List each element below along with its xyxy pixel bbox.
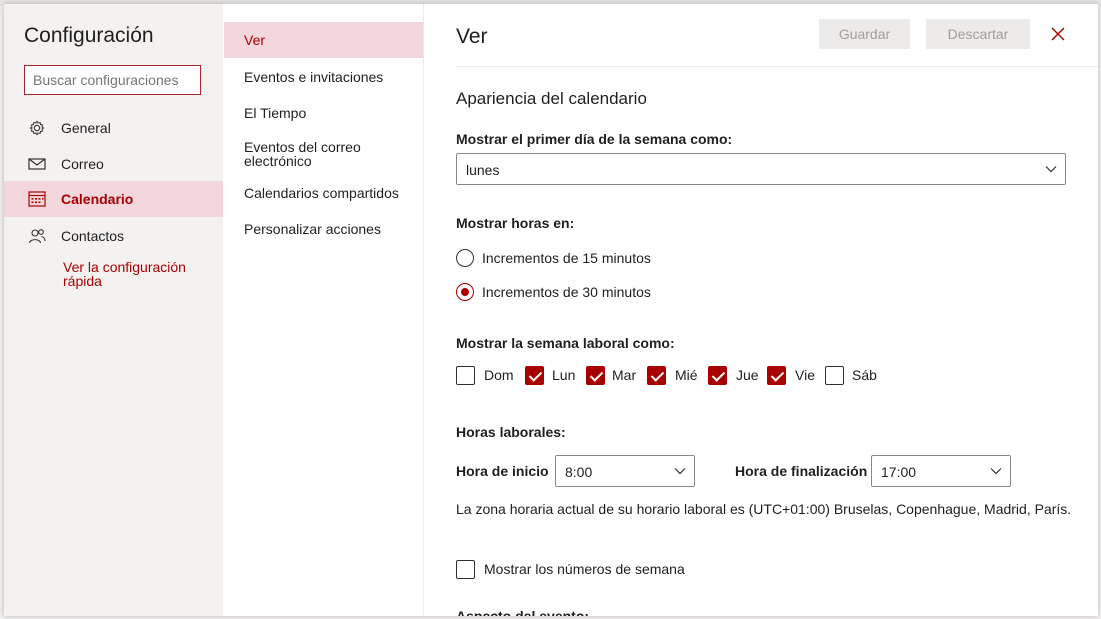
checkbox-wednesday[interactable]	[647, 366, 666, 385]
checkbox-tuesday[interactable]	[586, 366, 605, 385]
nav-item-mail[interactable]: Correo	[4, 146, 223, 182]
nav-item-contacts[interactable]: Contactos	[4, 218, 223, 254]
chevron-down-icon	[674, 468, 686, 475]
day-label: Dom	[484, 367, 514, 383]
checkbox-thursday[interactable]	[708, 366, 727, 385]
subnav-item-customize-actions[interactable]: Personalizar acciones	[224, 211, 423, 247]
hours-label: Mostrar horas en:	[456, 215, 575, 231]
subnav-item-email-events[interactable]: Eventos del correo electrónico	[224, 132, 423, 172]
nav-item-general[interactable]: General	[4, 110, 223, 146]
calendar-subnav: Ver Eventos e invitaciones El Tiempo Eve…	[224, 4, 424, 616]
start-time-label: Hora de inicio	[456, 463, 549, 479]
search-settings-input[interactable]	[24, 65, 201, 95]
week-numbers-option: Mostrar los números de semana	[456, 560, 856, 582]
subnav-item-label: Eventos del correo electrónico	[244, 139, 361, 169]
end-time-label: Hora de finalización	[735, 463, 868, 479]
nav-item-label: Correo	[61, 156, 104, 172]
week-numbers-label: Mostrar los números de semana	[484, 561, 685, 577]
day-label: Vie	[795, 367, 815, 383]
nav-item-label: General	[61, 120, 111, 136]
checkbox-sunday[interactable]	[456, 366, 475, 385]
subnav-item-label: Eventos e invitaciones	[244, 69, 384, 85]
view-settings-panel: Ver Guardar Descartar Apariencia del cal…	[424, 4, 1098, 616]
work-week-days: Dom Lun Mar Mié Jue Vie Sáb	[456, 366, 1056, 388]
settings-title: Configuración	[24, 24, 154, 47]
first-day-label: Mostrar el primer día de la semana como:	[456, 131, 733, 147]
nav-item-calendar[interactable]: Calendario	[4, 181, 223, 217]
work-hours-label: Horas laborales:	[456, 424, 566, 440]
chevron-down-icon	[990, 468, 1002, 475]
work-week-label: Mostrar la semana laboral como:	[456, 335, 675, 351]
timezone-note: La zona horaria actual de su horario lab…	[456, 501, 1072, 517]
close-icon[interactable]	[1051, 27, 1065, 41]
calendar-icon	[28, 191, 46, 207]
start-time-value: 8:00	[565, 464, 593, 480]
header-divider	[456, 66, 1098, 67]
checkbox-week-numbers[interactable]	[456, 560, 475, 579]
radio-button	[456, 249, 474, 267]
first-day-value: lunes	[466, 162, 500, 178]
page-title: Ver	[456, 25, 488, 48]
subnav-item-events[interactable]: Eventos e invitaciones	[224, 59, 423, 95]
radio-button-selected	[456, 283, 474, 301]
subnav-item-label: Ver	[244, 32, 266, 48]
settings-nav: Configuración General Correo	[4, 4, 223, 616]
mail-icon	[28, 158, 46, 170]
gear-icon	[29, 120, 45, 136]
first-day-select[interactable]: lunes	[456, 153, 1066, 185]
end-time-value: 17:00	[881, 464, 917, 480]
quick-settings-link[interactable]: Ver la configuración rápida	[63, 260, 213, 288]
event-appearance-label: Aspecto del evento:	[456, 608, 590, 616]
day-label: Mar	[612, 367, 637, 383]
nav-item-label: Calendario	[61, 191, 134, 207]
day-label: Mié	[675, 367, 698, 383]
checkbox-monday[interactable]	[525, 366, 544, 385]
day-label: Lun	[552, 367, 576, 383]
checkbox-friday[interactable]	[767, 366, 786, 385]
subnav-item-label: El Tiempo	[244, 105, 307, 121]
chevron-down-icon	[1045, 166, 1057, 173]
subnav-item-label: Personalizar acciones	[244, 221, 381, 237]
radio-label: Incrementos de 15 minutos	[482, 250, 651, 266]
day-label: Jue	[736, 367, 759, 383]
start-time-select[interactable]: 8:00	[555, 455, 695, 487]
checkbox-saturday[interactable]	[825, 366, 844, 385]
settings-dialog: Configuración General Correo	[4, 4, 1098, 616]
section-title: Apariencia del calendario	[456, 89, 647, 108]
end-time-select[interactable]: 17:00	[871, 455, 1011, 487]
subnav-item-label: Calendarios compartidos	[244, 185, 399, 201]
subnav-item-weather[interactable]: El Tiempo	[224, 95, 423, 131]
people-icon	[28, 229, 46, 244]
subnav-item-view[interactable]: Ver	[224, 22, 423, 58]
day-label: Sáb	[852, 367, 877, 383]
save-button[interactable]: Guardar	[819, 19, 910, 49]
radio-label: Incrementos de 30 minutos	[482, 284, 651, 300]
discard-button[interactable]: Descartar	[926, 19, 1030, 49]
nav-item-label: Contactos	[61, 228, 125, 244]
subnav-item-shared-calendars[interactable]: Calendarios compartidos	[224, 175, 423, 211]
